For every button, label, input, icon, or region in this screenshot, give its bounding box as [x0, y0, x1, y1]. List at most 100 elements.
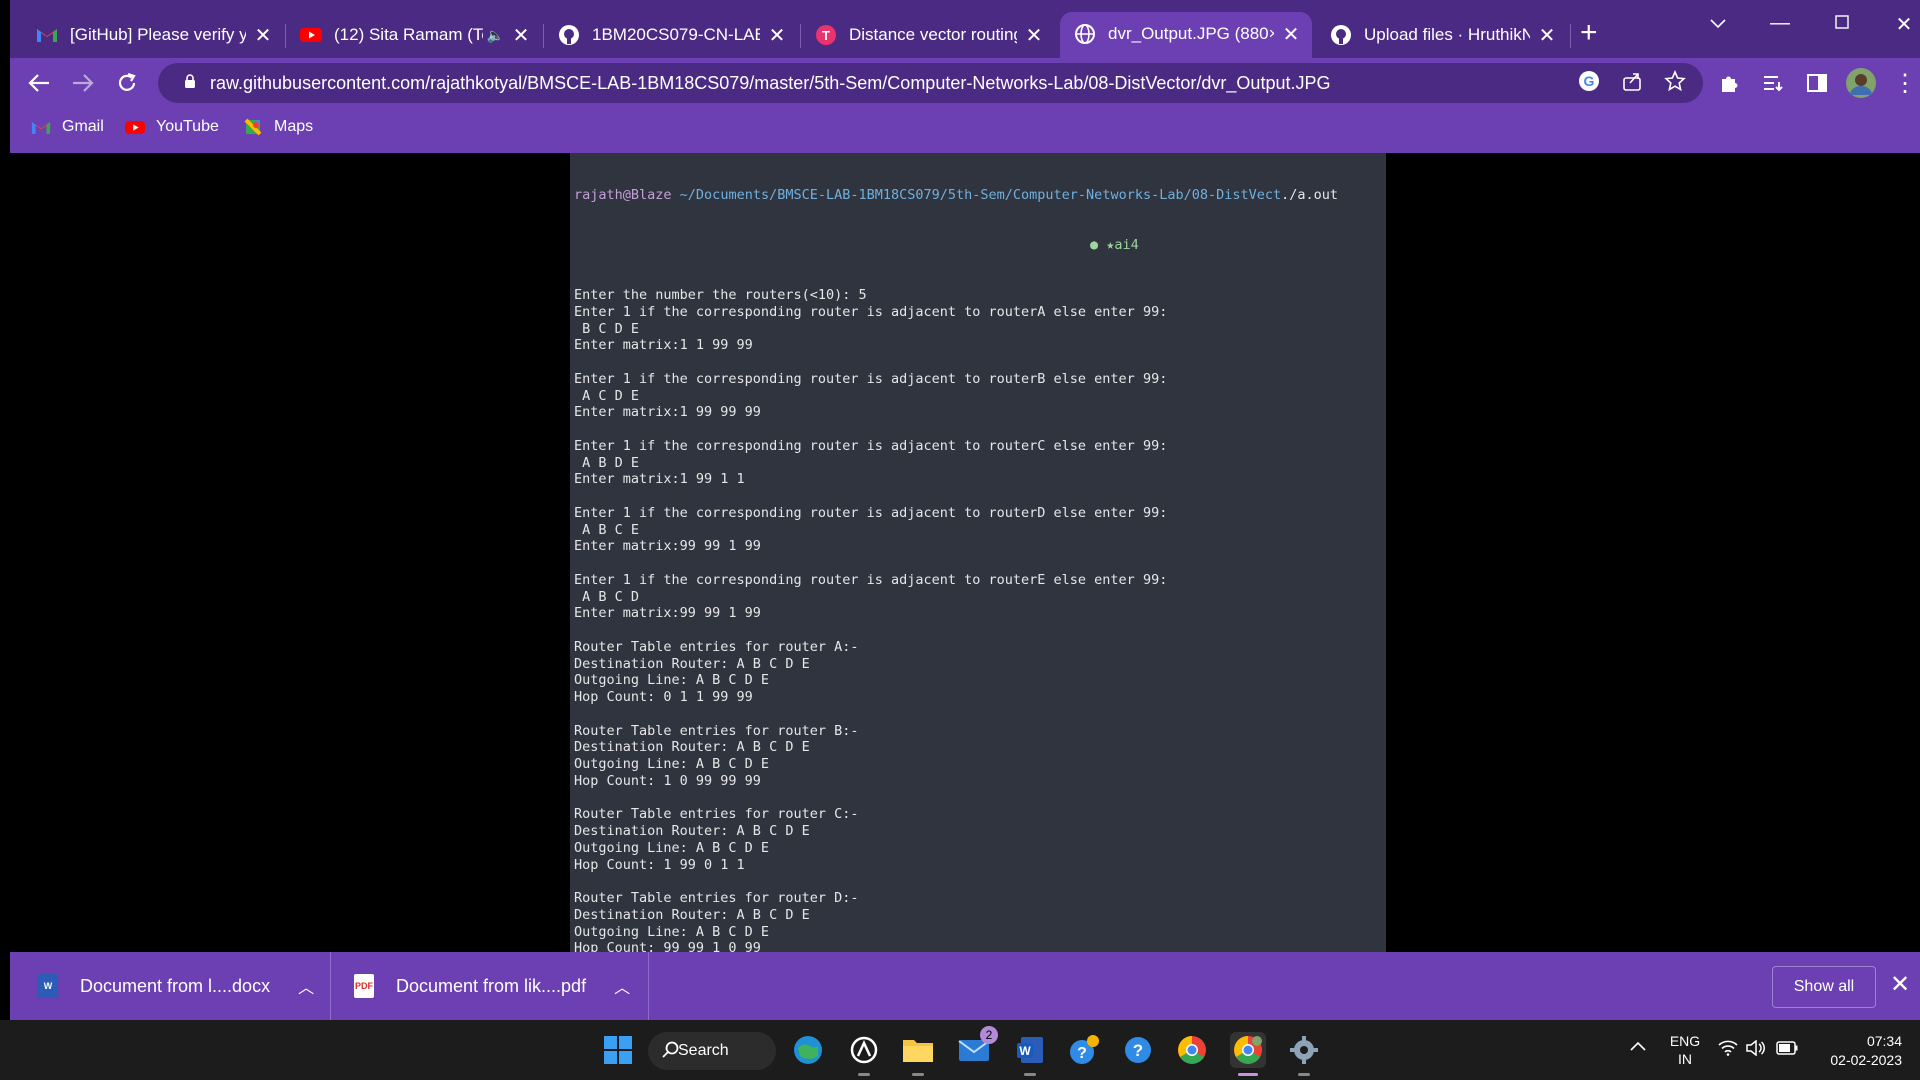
speaker-icon[interactable]: 🔈 [487, 27, 504, 44]
file-explorer-icon[interactable] [900, 1032, 936, 1068]
bookmark-label: YouTube [156, 118, 219, 135]
terminal-line: Destination Router: A B C D E [574, 823, 810, 839]
bookmark-maps[interactable]: Maps [242, 118, 313, 136]
windows-taskbar: Search 2 W ? ? ENG IN 07:34 02-02-2023 [0, 1020, 1920, 1080]
tab-title: (12) Sita Ramam (Te [334, 25, 483, 44]
terminal-line: Enter 1 if the corresponding router is a… [574, 303, 1168, 320]
terminal-line: A B D E [574, 454, 640, 471]
terminal-line: Enter 1 if the corresponding router is a… [574, 571, 1168, 588]
terminal-line: Hop Count: 1 99 0 1 1 [574, 856, 745, 873]
terminal-line: Enter matrix:1 1 99 99 [574, 337, 753, 354]
tab-gmail-github[interactable]: [GitHub] Please verify y ✕ [22, 14, 284, 56]
tab-github-cn-lab[interactable]: 1BM20CS079-CN-LAB/ ✕ [544, 14, 798, 56]
avatar[interactable] [1844, 66, 1878, 100]
search-label: Search [678, 1042, 729, 1059]
bookmark-youtube[interactable]: YouTube [124, 118, 219, 136]
close-tab-icon[interactable]: ✕ [768, 23, 786, 48]
terminal-line: Outgoing Line: A B C D E [574, 672, 770, 689]
mail-icon[interactable]: 2 [956, 1026, 998, 1068]
app-circle-icon[interactable] [846, 1032, 882, 1068]
menu-kebab-icon[interactable]: ⋮ [1888, 66, 1920, 100]
help-question-icon[interactable]: ? [1120, 1032, 1156, 1068]
tab-upload-files[interactable]: Upload files · HruthikN ✕ [1316, 14, 1568, 56]
terminal-output: rajath@Blaze ~/Documents/BMSCE-LAB-1BM18… [574, 153, 1338, 953]
terminal-line: Router Table entries for router A:- [574, 638, 859, 655]
bookmark-label: Gmail [62, 118, 104, 135]
minimize-icon[interactable]: — [1760, 12, 1800, 35]
star-bookmark-icon[interactable] [1664, 69, 1686, 98]
tab-title: Upload files · HruthikN [1364, 25, 1530, 44]
address-bar[interactable]: raw.githubusercontent.com/rajathkotyal/B… [158, 63, 1703, 103]
settings-gear-icon[interactable] [1286, 1032, 1322, 1068]
search-icon [662, 1041, 680, 1064]
language-code: ENG [1669, 1033, 1701, 1049]
word-file-icon: W [38, 974, 58, 998]
maximize-icon[interactable] [1822, 12, 1862, 35]
chrome-icon[interactable] [1174, 1032, 1210, 1068]
tab-distance-vector[interactable]: T Distance vector routing ✕ [801, 14, 1055, 56]
chevron-up-icon[interactable]: ︿ [614, 974, 630, 998]
terminal-line: Hop Count: 1 0 99 99 99 [574, 772, 761, 789]
tab-youtube[interactable]: (12) Sita Ramam (Te 🔈 ✕ [286, 14, 542, 56]
lock-icon[interactable] [184, 74, 196, 92]
word-icon[interactable]: W [1012, 1032, 1048, 1068]
close-tab-icon[interactable]: ✕ [512, 23, 530, 48]
download-item-docx[interactable]: W Document from l....docx ︿ [38, 952, 314, 1020]
reading-list-icon[interactable] [1756, 66, 1790, 100]
chevron-up-icon[interactable]: ︿ [298, 974, 314, 998]
volume-icon[interactable] [1746, 1039, 1766, 1059]
close-tab-icon[interactable]: ✕ [254, 23, 272, 48]
close-tab-icon[interactable]: ✕ [1538, 23, 1556, 48]
chrome-profile-icon[interactable] [1230, 1032, 1266, 1068]
terminal-line: Router Table entries for router D:- [574, 890, 859, 906]
extensions-puzzle-icon[interactable] [1712, 66, 1746, 100]
pdf-file-icon: PDF [354, 974, 374, 998]
get-help-icon[interactable]: ? [1066, 1032, 1102, 1068]
wifi-icon[interactable] [1718, 1040, 1738, 1059]
terminal-line: Hop Count: 99 99 1 0 99 [574, 940, 761, 952]
svg-text:?: ? [1077, 1045, 1087, 1062]
google-icon[interactable]: G [1578, 70, 1600, 98]
bookmarks-bar: Gmail YouTube Maps [10, 108, 1920, 153]
terminal-body: Enter the number the routers(<10): 5 Ente… [574, 287, 1338, 952]
bookmark-gmail[interactable]: Gmail [30, 118, 104, 136]
language-indicator[interactable]: ENG IN [1666, 1032, 1704, 1068]
new-tab-plus-icon[interactable]: + [1580, 18, 1598, 48]
download-item-pdf[interactable]: PDF Document from lik....pdf ︿ [354, 952, 630, 1020]
close-download-bar-icon[interactable]: ✕ [1890, 970, 1910, 999]
clock-time: 07:34 [1866, 1033, 1902, 1049]
svg-text:G: G [1584, 73, 1595, 89]
windows-start-icon[interactable] [600, 1032, 636, 1068]
show-all-button[interactable]: Show all [1772, 966, 1876, 1008]
tab-title: 1BM20CS079-CN-LAB/ [592, 25, 760, 44]
forward-arrow-icon[interactable] [66, 66, 100, 100]
show-hidden-icons-chevron-icon[interactable] [1630, 1038, 1646, 1054]
terminal-line: Router Table entries for router B:- [574, 722, 859, 739]
close-tab-icon[interactable]: ✕ [1282, 22, 1300, 47]
clock[interactable]: 07:34 02-02-2023 [1812, 1032, 1902, 1070]
side-panel-icon[interactable] [1800, 66, 1834, 100]
bookmark-label: Maps [274, 118, 314, 135]
terminal-line: Destination Router: A B C D E [574, 739, 810, 756]
share-icon[interactable] [1621, 70, 1643, 98]
mail-badge: 2 [980, 1026, 998, 1044]
reload-icon[interactable] [110, 66, 144, 100]
terminal-line: B C D E [574, 320, 640, 337]
terminal-line: Router Table entries for router C:- [574, 806, 859, 823]
close-window-icon[interactable]: ✕ [1884, 12, 1920, 37]
download-filename: Document from lik....pdf [396, 975, 587, 996]
taskbar-search-button[interactable]: Search [648, 1032, 776, 1070]
svg-text:?: ? [1133, 1041, 1143, 1060]
globe-icon [1074, 23, 1096, 45]
battery-icon[interactable] [1776, 1041, 1798, 1058]
terminal-line: Outgoing Line: A B C D E [574, 923, 770, 940]
widgets-weather-icon[interactable] [790, 1032, 826, 1068]
tab-search-chevron-icon[interactable] [1698, 12, 1738, 35]
terminal-line: A B C E [574, 521, 640, 538]
back-arrow-icon[interactable] [22, 66, 56, 100]
terminal-prompt-line: rajath@Blaze ~/Documents/BMSCE-LAB-1BM18… [574, 187, 1338, 204]
close-tab-icon[interactable]: ✕ [1025, 23, 1043, 48]
